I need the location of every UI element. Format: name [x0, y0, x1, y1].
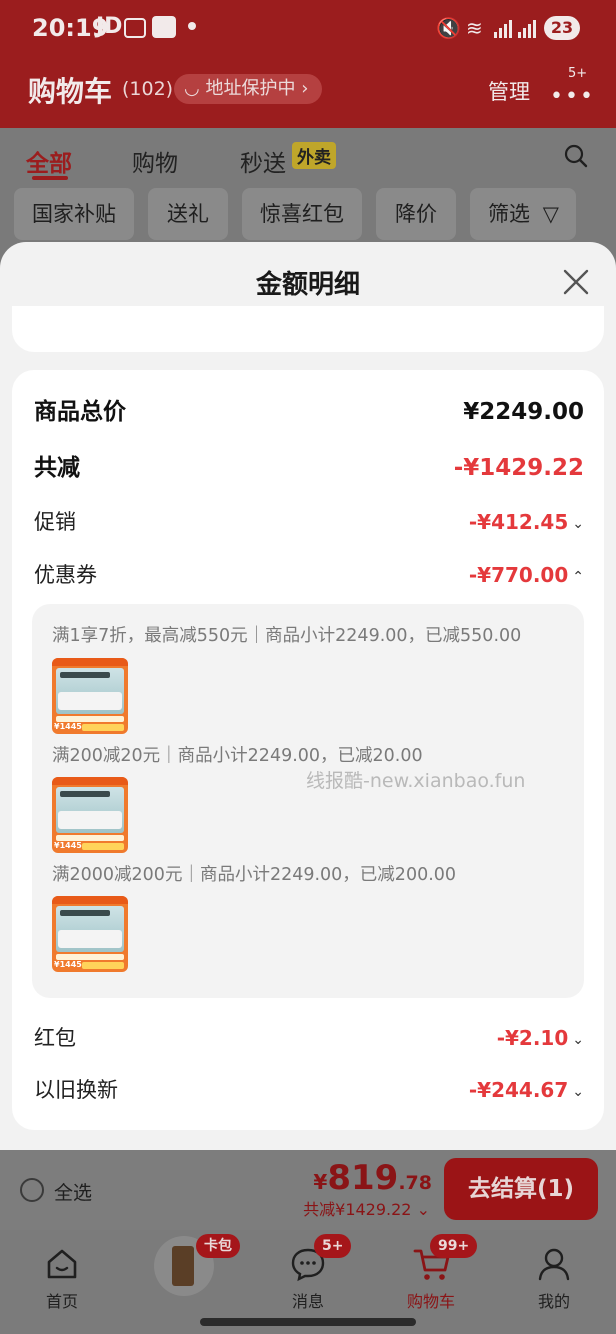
funnel-icon: ▽: [542, 202, 559, 226]
thumb-price: ¥1445: [54, 841, 82, 850]
tab-home-label: 首页: [45, 1292, 78, 1311]
status-carrier: JD: [96, 14, 123, 39]
sheet-title: 金额明细: [255, 270, 360, 300]
home-indicator: [200, 1318, 416, 1326]
cart-count: (102): [122, 78, 174, 100]
truck-icon: ◡: [184, 78, 200, 99]
page-title: 购物车: [28, 75, 113, 108]
wifi-icon: ≋: [466, 16, 483, 40]
screenshot-icon: [124, 18, 146, 38]
coupon-label: 优惠券: [34, 563, 97, 587]
amount-detail-card: 商品总价 ¥2249.00 共减 -¥1429.22 促销 -¥412.45 ⌄ …: [12, 370, 604, 1130]
filter-national-subsidy[interactable]: 国家补贴: [14, 188, 134, 240]
checkout-bar: 全选 ¥819.78 共减¥1429.22 ⌄ 去结算(1): [0, 1150, 616, 1230]
filter-gift[interactable]: 送礼: [148, 188, 228, 240]
filter-red-packet[interactable]: 惊喜红包: [242, 188, 362, 240]
coupon-detail-box: 满1享7折，最高减550元｜商品小计2249.00，已减550.00 ¥1445…: [32, 604, 584, 998]
manage-button[interactable]: 管理: [488, 76, 530, 106]
row-trade-in[interactable]: 以旧换新 -¥244.67 ⌄: [34, 1070, 584, 1110]
tab-all[interactable]: 全部: [26, 144, 72, 178]
tab-instant[interactable]: 秒送: [240, 144, 286, 178]
takeout-tag: 外卖: [292, 142, 336, 169]
thumb-price: ¥1445: [54, 960, 82, 969]
chevron-down-icon: ⌄: [572, 1031, 584, 1048]
red-packet-value-wrap: -¥2.10 ⌄: [497, 1018, 584, 1060]
search-icon[interactable]: [564, 144, 588, 168]
notification-dot-icon: [188, 22, 196, 30]
filter-label: 筛选: [488, 202, 530, 226]
price-integer: 819: [327, 1158, 399, 1198]
filter-price-drop[interactable]: 降价: [376, 188, 456, 240]
signal-icon-2: [518, 20, 538, 38]
coupon-detail-text: 满2000减200元｜商品小计2249.00，已减200.00: [52, 865, 457, 885]
select-all-label: 全选: [54, 1182, 93, 1204]
messages-badge: 5+: [314, 1234, 352, 1258]
product-thumbnail[interactable]: ¥1445: [52, 896, 128, 972]
promotion-label: 促销: [34, 510, 76, 534]
row-goods-total: 商品总价 ¥2249.00: [34, 392, 584, 432]
close-icon[interactable]: [562, 268, 590, 296]
reduce-text: 共减¥1429.22: [303, 1200, 412, 1219]
goods-total-value: ¥2249.00: [463, 399, 584, 425]
total-reduce-value: -¥1429.22: [453, 455, 584, 481]
select-all-checkbox[interactable]: [20, 1178, 44, 1202]
chevron-down-icon: ⌄: [572, 1083, 584, 1100]
card-wallet-image: [172, 1246, 194, 1286]
row-total-reduce: 共减 -¥1429.22: [34, 448, 584, 488]
cart-badge: 99+: [430, 1234, 478, 1258]
reduce-summary[interactable]: 共减¥1429.22 ⌄: [303, 1196, 430, 1220]
tab-home[interactable]: 首页: [12, 1238, 112, 1311]
scrolled-card: [12, 306, 604, 352]
tab-underline: [32, 176, 68, 180]
product-thumbnail[interactable]: ¥1445: [52, 777, 128, 853]
total-reduce-label: 共减: [34, 455, 80, 481]
checkout-button[interactable]: 去结算(1): [444, 1158, 598, 1220]
home-icon: [47, 1249, 77, 1279]
tab-cart-label: 购物车: [406, 1292, 455, 1311]
more-badge: 5+: [568, 66, 588, 81]
app-notification-icon: [152, 16, 176, 38]
tab-profile[interactable]: 我的: [504, 1238, 604, 1311]
tab-profile-label: 我的: [537, 1292, 570, 1311]
tab-shopping[interactable]: 购物: [132, 144, 178, 178]
tab-messages-label: 消息: [291, 1292, 324, 1311]
card-wallet-badge: 卡包: [196, 1234, 240, 1258]
filter-chips: 国家补贴 送礼 惊喜红包 降价 筛选 ▽: [0, 188, 616, 242]
battery-icon: 23: [544, 16, 580, 40]
filter-button[interactable]: 筛选 ▽: [470, 188, 576, 240]
product-thumbnail[interactable]: ¥1445: [52, 658, 128, 734]
signal-icon: [494, 20, 514, 38]
chevron-up-icon: ⌃: [572, 568, 584, 585]
trade-in-value-wrap: -¥244.67 ⌄: [469, 1070, 584, 1112]
price-symbol: ¥: [313, 1170, 328, 1194]
cart-header: 20:19 JD 🔇 ≋ 23 购物车 (102) ◡ 地址保护中 › 管理 •…: [0, 0, 616, 128]
trade-in-value: -¥244.67: [468, 1078, 569, 1102]
row-coupon[interactable]: 优惠券 -¥770.00 ⌃: [34, 555, 584, 595]
coupon-value-wrap: -¥770.00 ⌃: [469, 555, 584, 597]
price-decimal: .78: [398, 1172, 432, 1194]
promotion-value: -¥412.45: [468, 510, 569, 534]
coupon-detail-text: 满200减20元｜商品小计2249.00，已减20.00: [52, 746, 423, 766]
thumb-price: ¥1445: [54, 722, 82, 731]
total-price: ¥819.78: [313, 1158, 432, 1198]
address-protect-pill[interactable]: ◡ 地址保护中 ›: [174, 74, 323, 104]
chevron-down-icon: ⌄: [416, 1200, 430, 1219]
row-red-packet[interactable]: 红包 -¥2.10 ⌄: [34, 1018, 584, 1058]
red-packet-label: 红包: [34, 1026, 76, 1050]
red-packet-value: -¥2.10: [496, 1026, 569, 1050]
trade-in-label: 以旧换新: [34, 1078, 118, 1102]
watermark: 线报酷-new.xianbao.fun: [306, 770, 526, 792]
chevron-right-icon: ›: [301, 78, 309, 99]
user-icon: [538, 1248, 570, 1281]
promotion-value-wrap: -¥412.45 ⌄: [469, 502, 584, 544]
chevron-down-icon: ⌄: [572, 515, 584, 532]
mute-icon: 🔇: [436, 16, 461, 40]
row-promotion[interactable]: 促销 -¥412.45 ⌄: [34, 502, 584, 542]
status-bar: 20:19 JD 🔇 ≋ 23: [0, 0, 616, 58]
goods-total-label: 商品总价: [34, 399, 126, 425]
address-protect-label: 地址保护中: [205, 78, 296, 99]
coupon-value: -¥770.00: [468, 563, 569, 587]
more-icon[interactable]: •••: [550, 84, 595, 109]
coupon-detail-text: 满1享7折，最高减550元｜商品小计2249.00，已减550.00: [52, 626, 522, 646]
